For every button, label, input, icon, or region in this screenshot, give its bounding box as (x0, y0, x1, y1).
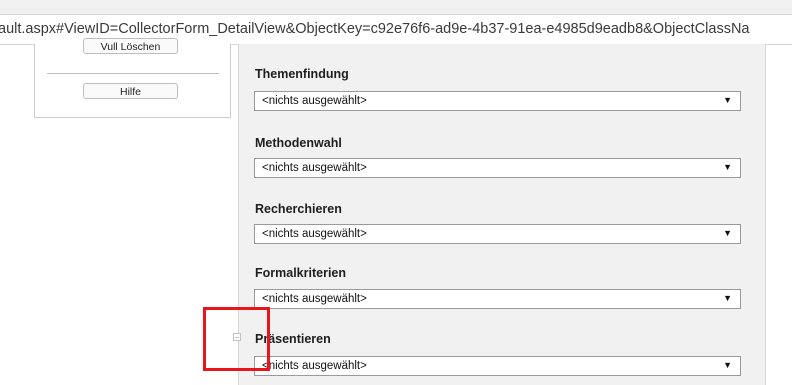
dropdown-arrow-icon[interactable]: ▼ (723, 360, 732, 370)
select-value: <nichts ausgewählt> (262, 293, 367, 305)
select-value: <nichts ausgewählt> (262, 162, 367, 174)
select-themenfindung[interactable]: <nichts ausgewählt> ▼ (254, 91, 741, 111)
dropdown-arrow-icon[interactable]: ▼ (723, 95, 732, 105)
select-value: <nichts ausgewählt> (262, 228, 367, 240)
select-value: <nichts ausgewählt> (262, 95, 367, 107)
select-praesentieren[interactable]: <nichts ausgewählt> ▼ (254, 356, 741, 376)
field-label-recherchieren: Recherchieren (255, 202, 342, 216)
select-recherchieren[interactable]: <nichts ausgewählt> ▼ (254, 224, 741, 244)
browser-top-bar (0, 0, 792, 14)
select-methodenwahl[interactable]: <nichts ausgewählt> ▼ (254, 158, 741, 178)
delete-button[interactable]: Vull Löschen (83, 38, 178, 54)
field-label-praesentieren: Präsentieren (255, 332, 331, 346)
select-formalkriterien[interactable]: <nichts ausgewählt> ▼ (254, 289, 741, 309)
select-value: <nichts ausgewählt> (262, 360, 367, 372)
field-label-methodenwahl: Methodenwahl (255, 136, 342, 150)
field-label-themenfindung: Themenfindung (255, 67, 349, 81)
collapse-icon[interactable] (233, 333, 241, 341)
dropdown-arrow-icon[interactable]: ▼ (723, 293, 732, 303)
field-label-formalkriterien: Formalkriterien (255, 266, 347, 280)
sidebar-divider (47, 73, 219, 74)
sidebar-actions-panel: Vull Löschen Hilfe (34, 38, 231, 118)
dropdown-arrow-icon[interactable]: ▼ (723, 162, 732, 172)
help-button[interactable]: Hilfe (83, 83, 178, 99)
address-url[interactable]: ault.aspx#ViewID=CollectorForm_DetailVie… (0, 21, 750, 37)
dropdown-arrow-icon[interactable]: ▼ (723, 228, 732, 238)
